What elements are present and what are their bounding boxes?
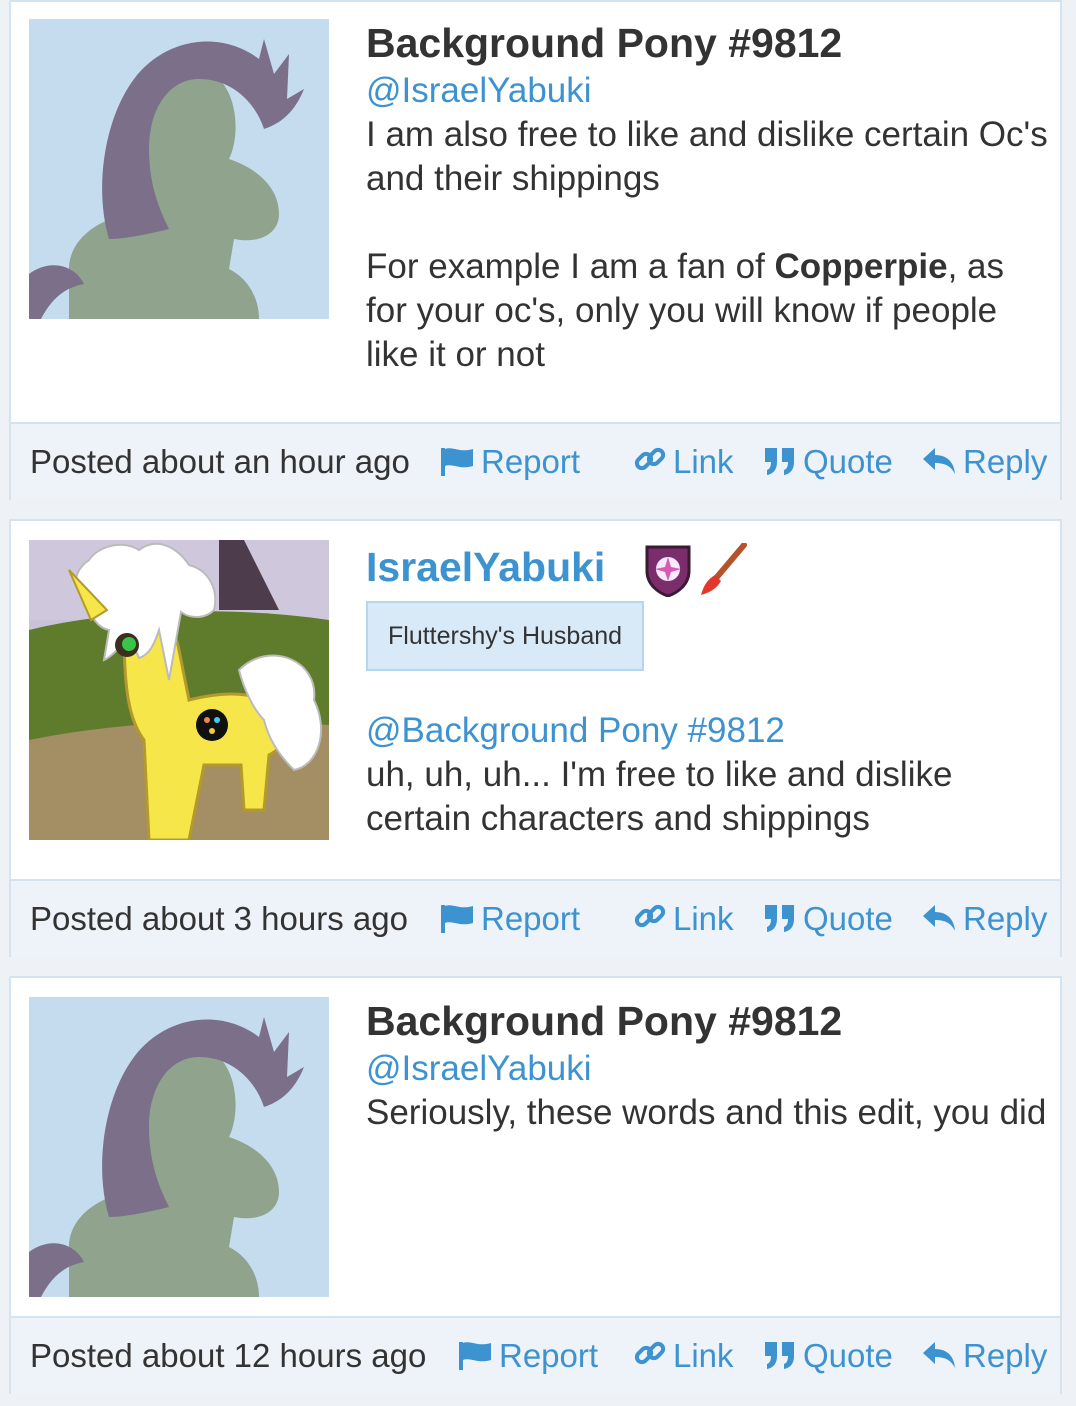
flag-icon: [459, 1342, 491, 1370]
avatar: [29, 540, 329, 840]
link-button[interactable]: Link: [633, 881, 734, 957]
report-button[interactable]: Report: [441, 881, 580, 957]
report-button[interactable]: Report: [441, 424, 580, 500]
reply-button[interactable]: Reply: [921, 1318, 1047, 1394]
report-button[interactable]: Report: [459, 1318, 598, 1394]
comment-text: Seriously, these words and this edit, yo…: [366, 1093, 1047, 1132]
post-footer: Posted about an hour ago Report Link Quo…: [11, 422, 1060, 500]
bold-text: Copperpie: [774, 247, 948, 286]
quote-icon: [765, 905, 794, 932]
mention-link[interactable]: @IsraelYabuki: [366, 69, 1048, 113]
quote-button[interactable]: Quote: [763, 881, 893, 957]
shield-badge-icon: [645, 545, 691, 598]
post-footer: Posted about 12 hours ago Report Link Qu…: [11, 1316, 1060, 1394]
user-title-badge: Fluttershy's Husband: [366, 601, 645, 671]
flag-icon: [441, 905, 473, 933]
user-badges: [641, 542, 749, 602]
paintbrush-badge-icon: [701, 542, 748, 595]
comment-post: Background Pony #9812 @IsraelYabuki Seri…: [9, 976, 1062, 1394]
comment-post: Background Pony #9812 @IsraelYabuki I am…: [9, 0, 1062, 500]
mention-link[interactable]: @Background Pony #9812: [366, 709, 1048, 753]
author-name[interactable]: Background Pony #9812: [366, 17, 1048, 69]
post-footer: Posted about 3 hours ago Report Link Quo…: [11, 879, 1060, 957]
link-icon: [634, 447, 666, 471]
link-button[interactable]: Link: [633, 424, 734, 500]
reply-button[interactable]: Reply: [921, 881, 1047, 957]
author-name[interactable]: Background Pony #9812: [366, 995, 1048, 1047]
timestamp: Posted about 12 hours ago: [30, 1337, 427, 1374]
avatar: [29, 997, 329, 1297]
quote-button[interactable]: Quote: [763, 1318, 893, 1394]
reply-icon: [923, 905, 955, 931]
reply-icon: [923, 1342, 955, 1368]
comment-text: For example I am a fan of Copperpie, as …: [366, 247, 1005, 374]
comment-text: I am also free to like and dislike certa…: [366, 115, 1048, 198]
quote-icon: [765, 1342, 794, 1369]
flag-icon: [441, 448, 473, 476]
reply-icon: [923, 448, 955, 474]
timestamp: Posted about 3 hours ago: [30, 900, 408, 937]
link-button[interactable]: Link: [633, 1318, 734, 1394]
comment-text: uh, uh, uh... I'm free to like and disli…: [366, 755, 953, 838]
avatar: [29, 19, 329, 319]
link-icon: [634, 1341, 666, 1365]
timestamp: Posted about an hour ago: [30, 443, 410, 480]
mention-link[interactable]: @IsraelYabuki: [366, 1047, 1048, 1091]
reply-button[interactable]: Reply: [921, 424, 1047, 500]
comment-post: IsraelYabuki Fluttershy's Husband @Backg…: [9, 519, 1062, 957]
link-icon: [634, 904, 666, 928]
quote-button[interactable]: Quote: [763, 424, 893, 500]
quote-icon: [765, 448, 794, 475]
